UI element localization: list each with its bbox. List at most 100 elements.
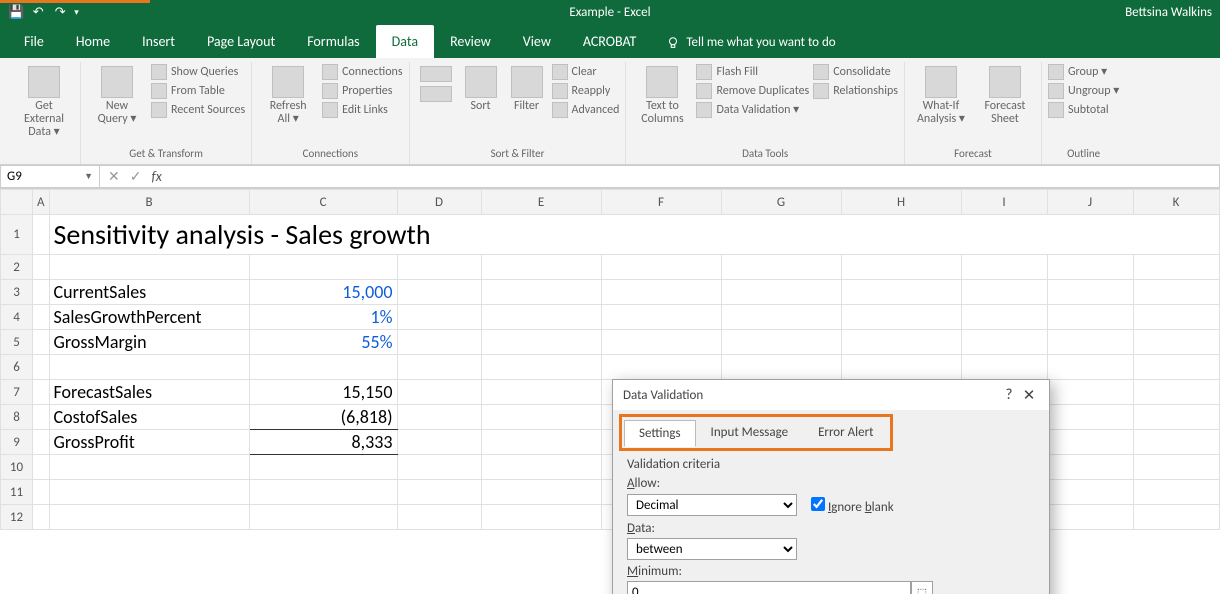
cell-J2[interactable] bbox=[1047, 255, 1133, 280]
cell-D12[interactable] bbox=[397, 505, 481, 530]
cell-I4[interactable] bbox=[961, 305, 1047, 330]
formula-accept-icon[interactable]: ✓ bbox=[130, 168, 142, 185]
col-header-E[interactable]: E bbox=[481, 190, 601, 215]
cell-K10[interactable] bbox=[1133, 455, 1219, 480]
ignore-blank-input[interactable] bbox=[811, 497, 825, 511]
edit-links-button[interactable]: Edit Links bbox=[322, 102, 402, 118]
relationships-button[interactable]: Relationships bbox=[813, 83, 898, 99]
col-header-F[interactable]: F bbox=[601, 190, 721, 215]
tab-insert[interactable]: Insert bbox=[126, 25, 191, 58]
forecast-sheet-button[interactable]: Forecast Sheet bbox=[975, 64, 1035, 128]
cell-K12[interactable] bbox=[1133, 505, 1219, 530]
row-header-12[interactable]: 12 bbox=[1, 505, 33, 530]
dialog-help-button[interactable]: ? bbox=[999, 386, 1019, 404]
cell-G2[interactable] bbox=[721, 255, 841, 280]
cell-A6[interactable] bbox=[33, 355, 50, 380]
cell-H5[interactable] bbox=[841, 330, 961, 355]
cell-B11[interactable] bbox=[49, 480, 249, 505]
cell-J10[interactable] bbox=[1047, 455, 1133, 480]
col-header-B[interactable]: B bbox=[49, 190, 249, 215]
cell-A7[interactable] bbox=[33, 380, 50, 405]
cell-J8[interactable] bbox=[1047, 405, 1133, 430]
row-header-1[interactable]: 1 bbox=[1, 215, 33, 255]
row-header-11[interactable]: 11 bbox=[1, 480, 33, 505]
cell-B6[interactable] bbox=[49, 355, 249, 380]
cell-D9[interactable] bbox=[397, 430, 481, 455]
cell-E6[interactable] bbox=[481, 355, 601, 380]
cell-K2[interactable] bbox=[1133, 255, 1219, 280]
ungroup-button[interactable]: Ungroup ▾ bbox=[1048, 83, 1119, 99]
undo-icon[interactable]: ↶ bbox=[30, 4, 46, 20]
col-header-K[interactable]: K bbox=[1133, 190, 1219, 215]
insert-function-icon[interactable]: fx bbox=[151, 168, 161, 185]
properties-button[interactable]: Properties bbox=[322, 83, 402, 99]
formula-cancel-icon[interactable]: ✕ bbox=[108, 168, 120, 185]
cell-A2[interactable] bbox=[33, 255, 50, 280]
cell-E3[interactable] bbox=[481, 280, 601, 305]
cell-D7[interactable] bbox=[397, 380, 481, 405]
cell-E8[interactable] bbox=[481, 405, 601, 430]
sort-az-button[interactable] bbox=[416, 64, 456, 104]
cell-K3[interactable] bbox=[1133, 280, 1219, 305]
cell-A12[interactable] bbox=[33, 505, 50, 530]
cell-E11[interactable] bbox=[481, 480, 601, 505]
data-select[interactable]: between bbox=[627, 538, 797, 560]
col-header-D[interactable]: D bbox=[397, 190, 481, 215]
cell-B12[interactable] bbox=[49, 505, 249, 530]
tab-data[interactable]: Data bbox=[376, 25, 434, 58]
what-if-button[interactable]: What-If Analysis ▾ bbox=[911, 64, 971, 128]
cell-B10[interactable] bbox=[49, 455, 249, 480]
cell-E4[interactable] bbox=[481, 305, 601, 330]
cell-K7[interactable] bbox=[1133, 380, 1219, 405]
cell-B9[interactable]: GrossProfit bbox=[49, 430, 249, 455]
cell-C10[interactable] bbox=[249, 455, 397, 480]
cell-A3[interactable] bbox=[33, 280, 50, 305]
dialog-tab-settings[interactable]: Settings bbox=[624, 420, 696, 447]
cell-G6[interactable] bbox=[721, 355, 841, 380]
row-header-5[interactable]: 5 bbox=[1, 330, 33, 355]
cell-F3[interactable] bbox=[601, 280, 721, 305]
text-to-columns-button[interactable]: Text to Columns bbox=[632, 64, 692, 128]
cell-B7[interactable]: ForecastSales bbox=[49, 380, 249, 405]
cell-I6[interactable] bbox=[961, 355, 1047, 380]
col-header-I[interactable]: I bbox=[961, 190, 1047, 215]
cell-B3[interactable]: CurrentSales bbox=[49, 280, 249, 305]
minimum-range-picker-icon[interactable]: ⬚ bbox=[911, 581, 933, 594]
tab-home[interactable]: Home bbox=[60, 25, 126, 58]
cell-I5[interactable] bbox=[961, 330, 1047, 355]
row-header-9[interactable]: 9 bbox=[1, 430, 33, 455]
cell-C3[interactable]: 15,000 bbox=[249, 280, 397, 305]
cell-E9[interactable] bbox=[481, 430, 601, 455]
cell-D10[interactable] bbox=[397, 455, 481, 480]
row-header-2[interactable]: 2 bbox=[1, 255, 33, 280]
cell-J11[interactable] bbox=[1047, 480, 1133, 505]
cell-A11[interactable] bbox=[33, 480, 50, 505]
cell-H4[interactable] bbox=[841, 305, 961, 330]
cell-J12[interactable] bbox=[1047, 505, 1133, 530]
cell-C9[interactable]: 8,333 bbox=[249, 430, 397, 455]
col-header-A[interactable]: A bbox=[33, 190, 50, 215]
cell-D6[interactable] bbox=[397, 355, 481, 380]
cell-A4[interactable] bbox=[33, 305, 50, 330]
tab-file[interactable]: File bbox=[8, 25, 60, 58]
clear-filter-button[interactable]: Clear bbox=[552, 64, 620, 80]
cell-I3[interactable] bbox=[961, 280, 1047, 305]
cell-D4[interactable] bbox=[397, 305, 481, 330]
col-header-G[interactable]: G bbox=[721, 190, 841, 215]
cell-E10[interactable] bbox=[481, 455, 601, 480]
remove-duplicates-button[interactable]: Remove Duplicates bbox=[696, 83, 809, 99]
minimum-input[interactable] bbox=[627, 581, 911, 594]
cell-C11[interactable] bbox=[249, 480, 397, 505]
cell-C7[interactable]: 15,150 bbox=[249, 380, 397, 405]
tell-me-search[interactable]: Tell me what you want to do bbox=[652, 35, 849, 58]
cell-C8[interactable]: (6,818) bbox=[249, 405, 397, 430]
col-header-J[interactable]: J bbox=[1047, 190, 1133, 215]
cell-G3[interactable] bbox=[721, 280, 841, 305]
recent-sources-button[interactable]: Recent Sources bbox=[151, 102, 245, 118]
row-header-7[interactable]: 7 bbox=[1, 380, 33, 405]
sort-button[interactable]: Sort bbox=[460, 64, 502, 115]
cell-J6[interactable] bbox=[1047, 355, 1133, 380]
refresh-all-button[interactable]: Refresh All ▾ bbox=[258, 64, 318, 128]
cell-D5[interactable] bbox=[397, 330, 481, 355]
row-header-4[interactable]: 4 bbox=[1, 305, 33, 330]
